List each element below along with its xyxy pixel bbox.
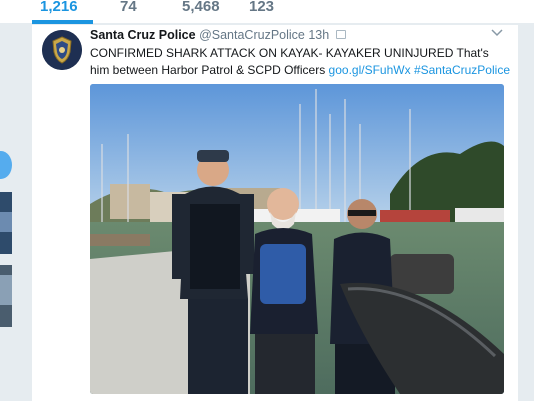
- replies-count[interactable]: 1,216: [40, 0, 78, 15]
- views-count[interactable]: 123: [249, 0, 274, 15]
- right-gutter: [518, 25, 534, 401]
- retweets-count[interactable]: 74: [120, 0, 137, 15]
- tweet-header: Santa Cruz Police @SantaCruzPolice 13h: [90, 28, 346, 42]
- thumbnail-image[interactable]: [0, 265, 12, 327]
- tweet-stats-bar: 1,216 74 5,468 123: [0, 0, 534, 24]
- left-gutter: [0, 25, 32, 401]
- author-name[interactable]: Santa Cruz Police: [90, 28, 196, 42]
- tweet-timestamp[interactable]: 13h: [308, 28, 329, 42]
- likes-count[interactable]: 5,468: [182, 0, 220, 15]
- author-handle[interactable]: @SantaCruzPolice: [199, 28, 305, 42]
- chevron-down-icon[interactable]: [491, 27, 503, 41]
- police-badge-icon[interactable]: [42, 30, 82, 70]
- tweet-hashtag[interactable]: #SantaCruzPolice: [414, 63, 510, 77]
- tweet-link[interactable]: goo.gl/SFuhWx: [329, 63, 411, 77]
- compose-button[interactable]: [0, 151, 12, 179]
- active-tab-indicator: [32, 20, 93, 24]
- thumbnail-image[interactable]: [0, 192, 12, 254]
- tweet-card: Santa Cruz Police @SantaCruzPolice 13h C…: [32, 25, 518, 401]
- tweet-photo[interactable]: [90, 84, 504, 394]
- card-icon: [335, 30, 346, 40]
- tweet-text: CONFIRMED SHARK ATTACK ON KAYAK- KAYAKER…: [90, 45, 510, 79]
